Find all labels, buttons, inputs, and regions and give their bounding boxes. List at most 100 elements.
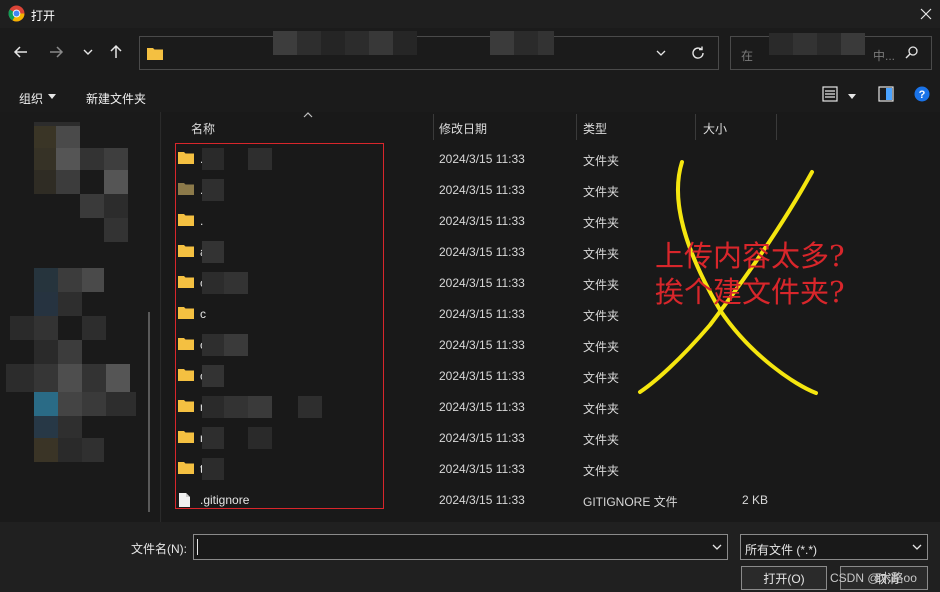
column-divider[interactable] — [776, 114, 777, 140]
column-header-size[interactable]: 大小 — [703, 120, 727, 137]
blurred-nav-item — [6, 364, 34, 392]
blurred-nav-item — [34, 392, 58, 416]
text-caret — [197, 539, 198, 555]
chevron-down-icon — [83, 49, 93, 55]
highlight-box — [175, 143, 384, 509]
chevron-down-icon — [912, 544, 922, 550]
open-button[interactable]: 打开(O) — [741, 566, 827, 590]
column-divider[interactable] — [576, 114, 577, 140]
blurred-nav-item — [80, 148, 104, 170]
arrow-right-icon — [50, 46, 64, 58]
blurred-nav-item — [56, 126, 80, 148]
file-date: 2024/3/15 11:33 — [439, 431, 525, 445]
search-placeholder-end: 中... — [873, 49, 896, 63]
annotation-line: 上传内容太多? — [655, 239, 845, 273]
search-input[interactable]: 在 中... — [730, 33, 932, 70]
blurred-nav-item — [106, 392, 136, 416]
blurred-nav-item — [82, 268, 104, 292]
blurred-nav-item — [58, 416, 82, 438]
arrow-left-icon — [13, 46, 27, 58]
file-type: 文件夹 — [583, 433, 620, 447]
blurred-nav-item — [34, 126, 56, 148]
blurred-nav-item — [82, 438, 104, 462]
file-date: 2024/3/15 11:33 — [439, 152, 525, 166]
help-button[interactable]: ? — [914, 86, 930, 105]
details-view-icon — [822, 86, 838, 102]
column-header-name[interactable]: 名称 — [191, 120, 215, 137]
file-date: 2024/3/15 11:33 — [439, 276, 525, 290]
filename-label: 文件名(N): — [131, 542, 187, 556]
blurred-path — [345, 31, 369, 55]
blurred-path — [297, 31, 321, 55]
up-button[interactable] — [104, 40, 128, 64]
file-type: 文件夹 — [583, 340, 620, 354]
file-type: 文件夹 — [583, 247, 620, 261]
new-folder-button[interactable]: 新建文件夹 — [86, 90, 146, 107]
column-header-type[interactable]: 类型 — [583, 120, 607, 137]
file-date: 2024/3/15 11:33 — [439, 369, 525, 383]
pane-divider[interactable] — [160, 112, 161, 522]
blurred-nav-item — [58, 364, 82, 392]
help-icon: ? — [914, 86, 930, 102]
file-type: 文件夹 — [583, 216, 620, 230]
arrow-up-icon — [110, 44, 122, 58]
navigation-scrollbar[interactable] — [148, 312, 150, 512]
blurred-nav-item — [34, 416, 58, 438]
column-divider[interactable] — [433, 114, 434, 140]
file-date: 2024/3/15 11:33 — [439, 462, 525, 476]
preview-pane-icon — [878, 86, 894, 102]
blurred-nav-item — [104, 148, 128, 170]
column-headers: 名称 修改日期 类型 大小 — [162, 112, 940, 140]
blurred-nav-item — [58, 292, 82, 316]
caret-down-icon — [48, 94, 56, 99]
file-date: 2024/3/15 11:33 — [439, 400, 525, 414]
file-date: 2024/3/15 11:33 — [439, 493, 525, 507]
blurred-path — [321, 31, 345, 55]
svg-text:?: ? — [919, 89, 926, 101]
file-type: 文件夹 — [583, 371, 620, 385]
file-type: 文件夹 — [583, 278, 620, 292]
chevron-down-icon[interactable] — [655, 47, 667, 59]
blurred-nav-item — [106, 364, 130, 392]
blurred-search-text — [817, 33, 841, 55]
search-placeholder-start: 在 — [741, 49, 754, 63]
file-date: 2024/3/15 11:33 — [439, 245, 525, 259]
title-bar: 打开 — [0, 0, 940, 28]
refresh-icon[interactable] — [690, 45, 706, 61]
filename-input[interactable] — [193, 534, 728, 560]
file-type: 文件夹 — [583, 309, 620, 323]
blurred-nav-item — [104, 170, 128, 194]
file-type: GITIGNORE 文件 — [583, 495, 678, 509]
blurred-nav-item — [34, 438, 58, 462]
close-button[interactable] — [912, 0, 940, 28]
window-title: 打开 — [31, 9, 56, 23]
forward-button[interactable] — [44, 40, 68, 64]
view-options-button[interactable] — [822, 86, 840, 105]
recent-locations-button[interactable] — [76, 40, 100, 64]
column-header-date[interactable]: 修改日期 — [439, 120, 487, 137]
column-divider[interactable] — [695, 114, 696, 140]
blurred-path — [514, 31, 538, 55]
back-button[interactable] — [9, 40, 33, 64]
blurred-nav-item — [58, 392, 82, 416]
navigation-pane[interactable] — [0, 112, 162, 522]
blurred-nav-item — [34, 292, 58, 316]
blurred-nav-item — [34, 170, 56, 194]
blurred-path — [393, 31, 417, 55]
file-type-select[interactable]: 所有文件 (*.*) — [740, 534, 928, 560]
preview-pane-button[interactable] — [878, 86, 894, 105]
folder-icon — [147, 48, 163, 60]
search-icon — [905, 46, 918, 59]
blurred-path — [490, 31, 514, 55]
blurred-nav-item — [56, 148, 80, 170]
file-type: 文件夹 — [583, 185, 620, 199]
chevron-down-icon[interactable] — [711, 541, 723, 553]
blurred-nav-item — [34, 316, 58, 340]
caret-down-icon[interactable] — [848, 94, 856, 99]
file-date: 2024/3/15 11:33 — [439, 214, 525, 228]
blurred-nav-item — [82, 392, 106, 416]
organize-menu[interactable]: 组织 — [19, 90, 43, 107]
blurred-path — [538, 31, 554, 55]
file-size: 2 KB — [742, 493, 769, 507]
address-bar[interactable] — [139, 31, 719, 70]
